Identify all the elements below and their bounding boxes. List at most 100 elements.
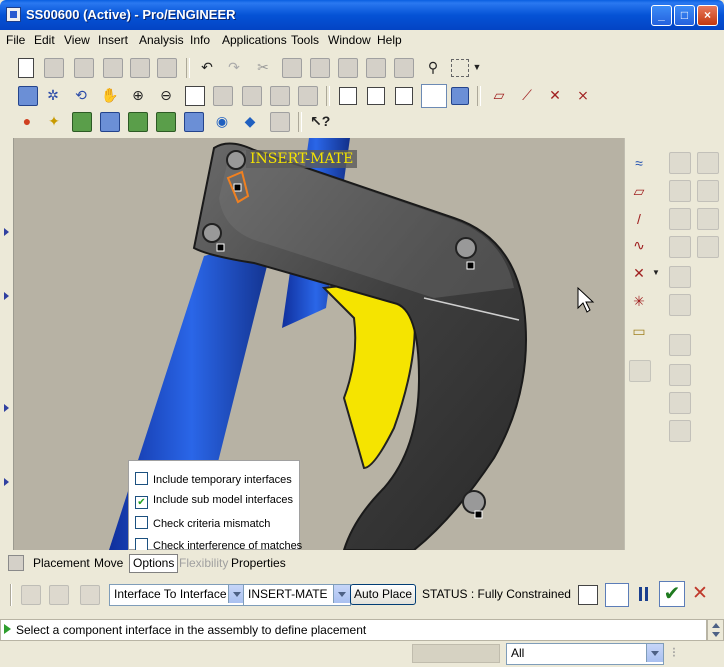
cut-icon[interactable]: ✂ [254,58,272,76]
component-tool-icon[interactable] [629,360,651,382]
option-criteria-mismatch[interactable]: Check criteria mismatch [135,516,270,530]
warp-tool-icon[interactable] [669,420,691,442]
reorient-icon[interactable] [213,86,233,106]
zoom-in-icon[interactable]: ⊕ [129,86,147,104]
checkbox[interactable] [135,516,148,529]
message-scrollbar[interactable] [707,619,724,641]
user-defined-icon[interactable] [21,585,41,605]
datum-csys-tool-icon[interactable]: ✳ [629,292,649,312]
copy-icon[interactable] [282,58,302,78]
mechanism-icon[interactable] [80,585,100,605]
datum-plane-tool-icon[interactable]: ▱ [629,182,649,202]
email-icon[interactable] [130,58,150,78]
appearance-icon[interactable]: ● [18,112,36,130]
refit-icon[interactable] [185,86,205,106]
resize-grip-icon[interactable]: ⁝ [666,643,682,663]
expand-arrow-icon[interactable] [4,478,9,486]
select-box-icon[interactable] [451,59,469,77]
saved-views-icon[interactable] [242,86,262,106]
chevron-down-icon[interactable]: ▼ [651,264,661,284]
paste-special-icon[interactable] [338,58,358,78]
draft-tool-icon[interactable] [697,180,719,202]
shell-tool-icon[interactable] [697,152,719,174]
new-file-icon[interactable] [18,58,34,78]
selection-filter-select[interactable]: All [506,643,664,665]
pause-icon[interactable] [638,587,650,601]
menu-insert[interactable]: Insert [98,33,128,47]
checkbox[interactable] [135,472,148,485]
tab-options[interactable]: Options [129,554,179,573]
coordinate-systems-icon[interactable]: ⨯ [574,86,592,104]
menu-view[interactable]: View [64,33,90,47]
cancel-x-icon[interactable]: ✕ [690,583,710,605]
undo-icon[interactable]: ↶ [198,58,216,76]
link-icon[interactable] [157,58,177,78]
extrude-tool-icon[interactable] [669,236,691,258]
merge-tool-icon[interactable] [669,334,691,356]
menu-applications[interactable]: Applications [222,33,287,47]
menu-info[interactable]: Info [190,33,210,47]
wireframe-icon[interactable] [339,87,357,105]
constraint-icon[interactable] [49,585,69,605]
menu-tools[interactable]: Tools [291,33,319,47]
menu-edit[interactable]: Edit [34,33,55,47]
offset-tool-icon[interactable] [669,392,691,414]
tab-flexibility[interactable]: Flexibility [179,556,228,570]
expand-arrow-icon[interactable] [4,404,9,412]
datum-curve-tool-icon[interactable]: ∿ [629,236,649,256]
interface-select[interactable]: INSERT-MATE [243,584,351,606]
close-button[interactable]: × [697,5,718,26]
auto-place-button[interactable]: Auto Place [350,584,416,605]
menu-help[interactable]: Help [377,33,402,47]
datum-points-icon[interactable]: ✕ [546,86,564,104]
zoom-out-icon[interactable]: ⊖ [157,86,175,104]
render-region-icon[interactable] [184,112,204,132]
layers-icon[interactable] [270,86,290,106]
chevron-down-icon[interactable]: ▼ [472,58,482,76]
analysis-tool-icon[interactable]: ▭ [629,322,649,342]
expand-arrow-icon[interactable] [4,228,9,236]
tab-move[interactable]: Move [94,556,123,570]
sweep-tool-icon[interactable] [669,294,691,316]
datum-point-tool-icon[interactable]: ✕ [629,264,649,284]
option-sub-model-interfaces[interactable]: ✔ Include sub model interfaces [135,494,293,509]
interface-marker[interactable] [233,183,242,192]
paste-icon[interactable] [310,58,330,78]
model-tree-icon[interactable] [270,112,290,132]
scene-icon[interactable] [72,112,92,132]
hole-tool-icon[interactable] [669,152,691,174]
expand-arrow-icon[interactable] [4,292,9,300]
render-effects-icon[interactable]: ◆ [241,112,259,130]
maximize-button[interactable]: □ [674,5,695,26]
interface-marker[interactable] [216,243,225,252]
interface-marker[interactable] [474,510,483,519]
regen-manager-icon[interactable] [394,58,414,78]
repaint-icon[interactable] [18,86,38,106]
checkbox-checked[interactable]: ✔ [135,496,148,509]
room-editor-icon[interactable] [100,112,120,132]
orient-mode-icon[interactable]: ⟲ [72,86,90,104]
lights-icon[interactable]: ✦ [45,112,63,130]
chevron-down-icon[interactable] [646,644,663,662]
menu-window[interactable]: Window [328,33,371,47]
enhanced-realism-icon[interactable] [451,87,469,105]
assembly-window-icon[interactable] [605,583,629,607]
datum-planes-icon[interactable]: ▱ [490,86,508,104]
chamfer-tool-icon[interactable] [697,208,719,230]
round-tool-icon[interactable] [669,208,691,230]
find-binoculars-icon[interactable]: ⚲ [424,58,442,76]
app-icon[interactable] [6,7,21,22]
trim-tool-icon[interactable] [669,364,691,386]
menu-analysis[interactable]: Analysis [139,33,184,47]
sketch-tool-icon[interactable]: ≈ [629,154,649,174]
tab-placement[interactable]: Placement [33,556,90,570]
open-folder-icon[interactable] [44,58,64,78]
print-icon[interactable] [103,58,123,78]
revolve-tool-icon[interactable] [669,266,691,288]
save-icon[interactable] [74,58,94,78]
render-setup-icon[interactable] [156,112,176,132]
regenerate-icon[interactable] [366,58,386,78]
graphics-window[interactable]: INSERT-MATE [14,138,624,550]
interface-marker[interactable] [466,261,475,270]
rib-tool-icon[interactable] [669,180,691,202]
